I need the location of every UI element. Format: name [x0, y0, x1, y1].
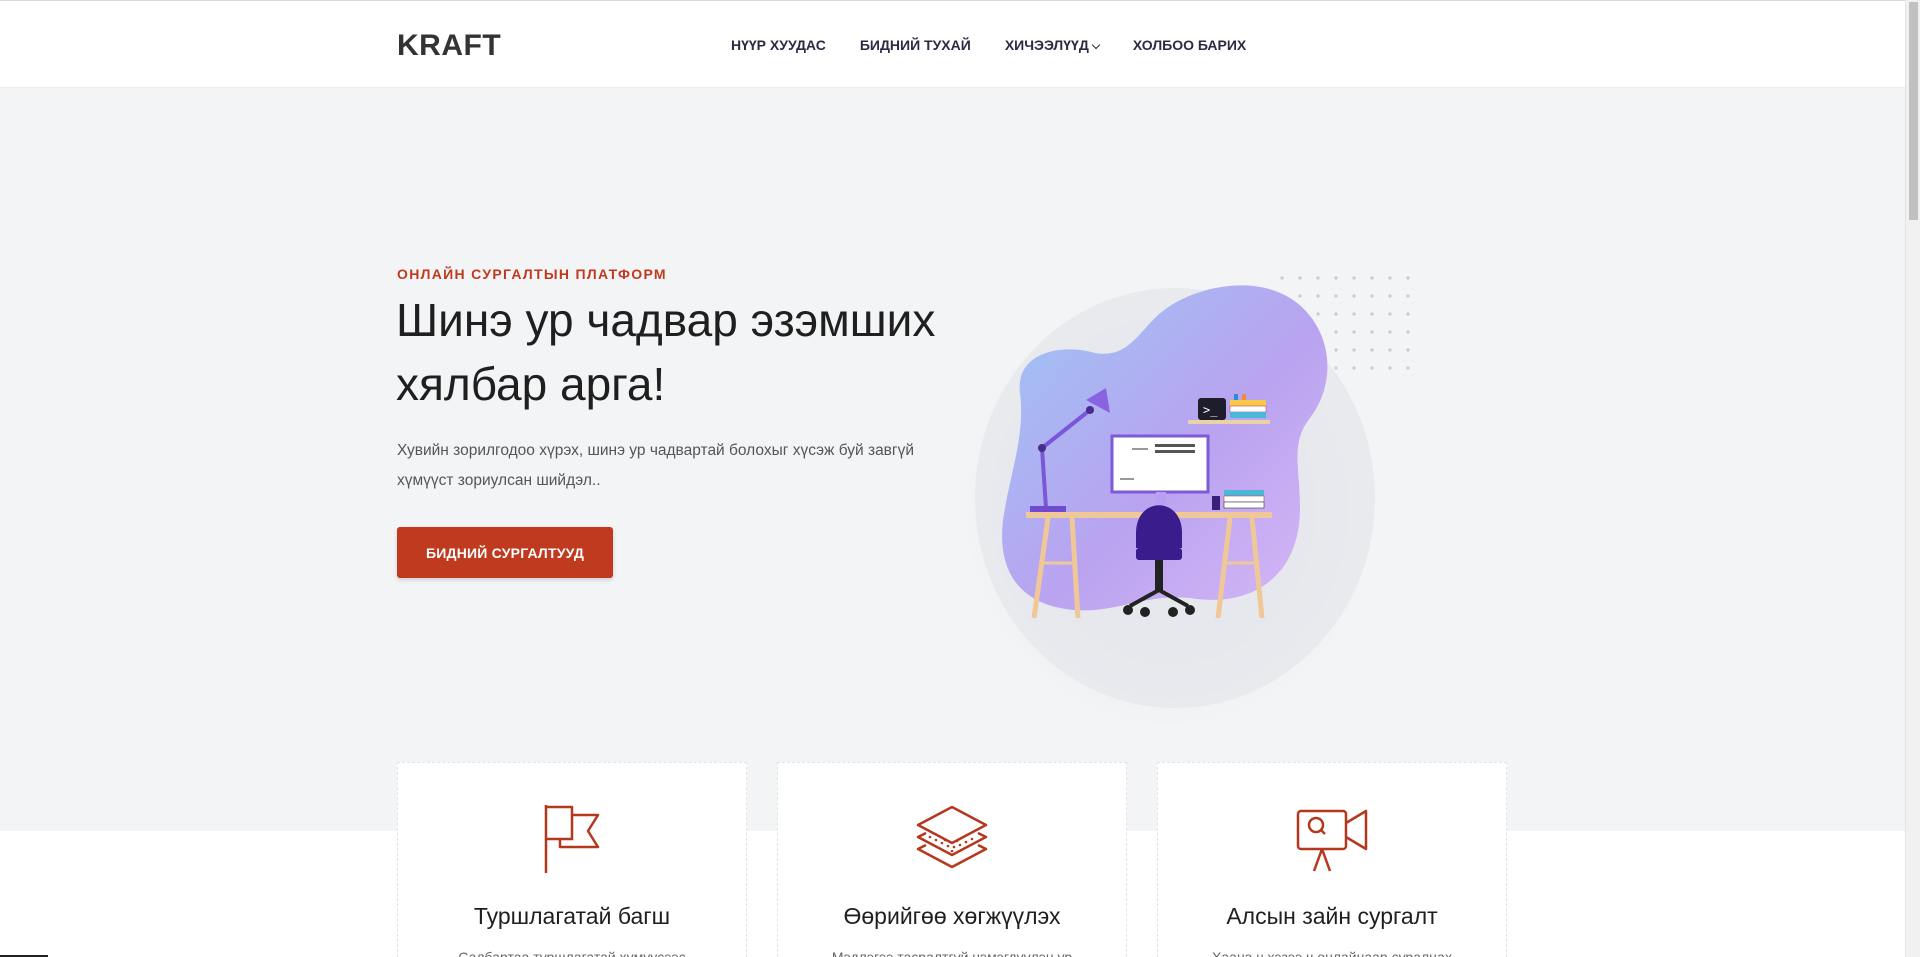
courses-button[interactable]: БИДНИЙ СУРГАЛТУУД — [397, 527, 613, 578]
svg-text:>_: >_ — [1203, 403, 1218, 417]
feature-description: Мэдлэгээ тасралтгүй нэмэгдүүлэн ур — [831, 949, 1073, 957]
feature-card: Туршлагатай багш Салбартаа туршлагатай х… — [397, 762, 747, 957]
nav-item-label: НҮҮР ХУУДАС — [731, 37, 826, 53]
flag-icon — [544, 805, 600, 873]
page-scrollbar[interactable] — [1905, 0, 1920, 957]
nav-item-label: БИДНИЙ ТУХАЙ — [859, 37, 971, 53]
feature-card: Алсын зайн сургалт Хаана ч хэзээ ч онлай… — [1157, 762, 1507, 957]
hero-description-line: хүмүүст зориулсан шийдэл.. — [397, 472, 601, 489]
desk-workspace-illustration: >_ — [960, 268, 1410, 748]
nav-item-label: ХОЛБОО БАРИХ — [1132, 37, 1247, 53]
hero-title-line: Шинэ ур чадвар эзэмших — [396, 294, 936, 346]
nav-item-contact[interactable]: ХОЛБОО БАРИХ — [1133, 37, 1246, 53]
feature-title: Алсын зайн сургалт — [1226, 903, 1438, 929]
hero-eyebrow: ОНЛАЙН СУРГАЛТЫН ПЛАТФОРМ — [397, 266, 667, 282]
scrollbar-thumb[interactable] — [1909, 2, 1918, 220]
feature-title: Туршлагатай багш — [473, 903, 671, 929]
nav-item-lessons[interactable]: ХИЧЭЭЛҮҮД — [1004, 37, 1101, 53]
feature-card: Өөрийгөө хөгжүүлэх Мэдлэгээ тасралтгүй н… — [777, 762, 1127, 957]
nav-item-about[interactable]: БИДНИЙ ТУХАЙ — [860, 37, 971, 53]
feature-title: Өөрийгөө хөгжүүлэх — [843, 903, 1061, 929]
nav-item-home[interactable]: НҮҮР ХУУДАС — [731, 37, 826, 53]
hero-section: ОНЛАЙН СУРГАЛТЫН ПЛАТФОРМ Шинэ ур чадвар… — [0, 88, 1905, 831]
site-logo[interactable]: KRAFT — [397, 31, 501, 61]
main-nav: НҮҮР ХУУДАС БИДНИЙ ТУХАЙ ХИЧЭЭЛҮҮД ХОЛБО… — [731, 37, 1280, 53]
layers-icon — [916, 805, 988, 869]
page: KRAFT НҮҮР ХУУДАС БИДНИЙ ТУХАЙ ХИЧЭЭЛҮҮД… — [0, 0, 1905, 957]
feature-description: Салбартаа туршлагатай хүмүүсээс — [458, 949, 686, 957]
feature-description: Хаана ч хэзээ ч онлайнаар суралцах — [1212, 949, 1452, 957]
hero-title: Шинэ ур чадвар эзэмших хялбар арга! — [396, 288, 956, 416]
chevron-down-icon — [1091, 40, 1101, 49]
nav-item-label: ХИЧЭЭЛҮҮД — [1004, 37, 1089, 53]
site-header: KRAFT НҮҮР ХУУДАС БИДНИЙ ТУХАЙ ХИЧЭЭЛҮҮД… — [0, 0, 1905, 88]
hero-description: Хувийн зорилгодоо хүрэх, шинэ ур чадварт… — [397, 436, 957, 496]
hero-description-line: Хувийн зорилгодоо хүрэх, шинэ ур чадварт… — [397, 442, 914, 459]
hero-title-line: хялбар арга! — [396, 358, 666, 410]
video-camera-icon — [1296, 809, 1368, 872]
features-row: Туршлагатай багш Салбартаа туршлагатай х… — [397, 762, 1507, 957]
